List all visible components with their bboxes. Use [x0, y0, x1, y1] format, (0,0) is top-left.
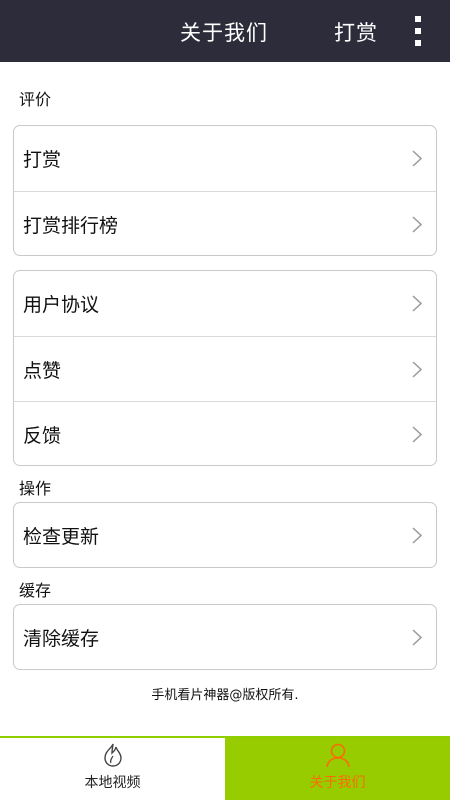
more-vertical-icon[interactable]	[406, 16, 430, 46]
section-label-rating: 评价	[19, 90, 52, 109]
chevron-right-icon	[412, 527, 422, 544]
tab-about-us[interactable]: 关于我们	[225, 738, 450, 800]
list-item-label: 点赞	[23, 359, 62, 382]
list-item-label: 清除缓存	[23, 628, 100, 650]
chevron-right-icon	[412, 629, 422, 646]
tab-label: 关于我们	[309, 775, 366, 791]
list-item-label: 打赏	[23, 149, 62, 171]
tab-local-video[interactable]: 本地视频	[0, 738, 225, 800]
section-label-operation: 操作	[19, 479, 52, 498]
menu-dot	[415, 28, 421, 34]
chevron-right-icon	[412, 426, 422, 443]
list-item-reward-ranking[interactable]: 打赏排行榜	[14, 191, 436, 255]
list-item-label: 用户协议	[23, 294, 100, 316]
section-label-cache: 缓存	[19, 581, 52, 600]
list-item-label: 反馈	[23, 424, 62, 447]
flame-icon	[103, 743, 122, 767]
chevron-right-icon	[412, 361, 422, 378]
list-item-feedback[interactable]: 反馈	[14, 401, 436, 465]
menu-dot	[415, 40, 421, 46]
copyright-note: 手机看片神器@版权所有.	[151, 688, 299, 703]
list-item-check-update[interactable]: 检查更新	[14, 503, 436, 567]
cache-group: 清除缓存	[13, 604, 437, 670]
chevron-right-icon	[412, 295, 422, 312]
list-item-user-agreement[interactable]: 用户协议	[14, 271, 436, 336]
page-title: 关于我们	[180, 21, 268, 45]
misc-group: 用户协议 点赞 反馈	[13, 270, 437, 466]
list-item-label: 打赏排行榜	[23, 214, 119, 237]
chevron-right-icon	[412, 216, 422, 233]
bottom-tab-bar: 本地视频 关于我们	[0, 736, 450, 800]
operation-group: 检查更新	[13, 502, 437, 568]
list-item-clear-cache[interactable]: 清除缓存	[14, 605, 436, 669]
menu-dot	[415, 16, 421, 22]
rating-group: 打赏 打赏排行榜	[13, 125, 437, 256]
list-item-reward[interactable]: 打赏	[14, 126, 436, 191]
person-icon	[325, 743, 350, 768]
list-item-label: 检查更新	[23, 526, 100, 548]
app-header: 关于我们 打赏	[0, 0, 450, 62]
list-item-like[interactable]: 点赞	[14, 336, 436, 401]
chevron-right-icon	[412, 150, 422, 167]
tab-label: 本地视频	[84, 775, 141, 791]
reward-button[interactable]: 打赏	[334, 17, 378, 47]
